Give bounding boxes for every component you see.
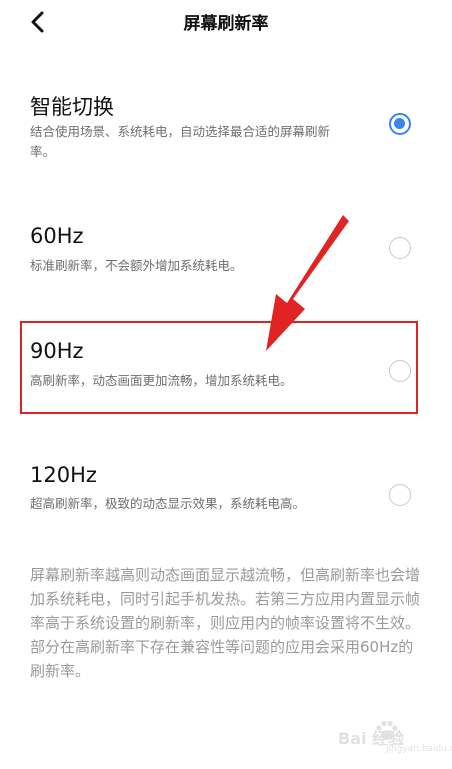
watermark: Bai 经验 jingyan.baidu.com [334,718,452,762]
watermark-subtext: jingyan.baidu.com [386,744,452,754]
top-bar: 屏幕刷新率 [0,0,452,44]
option-description: 超高刷新率，极致的动态显示效果，系统耗电高。 [30,496,306,511]
option-description: 结合使用场景、系统耗电，自动选择最合适的屏幕刷新率。 [30,124,331,159]
option-description: 标准刷新率，不会额外增加系统耗电。 [30,258,243,273]
option-60hz[interactable]: 60Hz 标准刷新率，不会额外增加系统耗电。 [0,220,452,284]
annotation-highlight-box [20,321,418,414]
radio-unselected[interactable] [389,484,411,506]
option-120hz[interactable]: 120Hz 超高刷新率，极致的动态显示效果，系统耗电高。 [0,458,452,538]
option-title: 60Hz [30,224,84,248]
refresh-rate-footnote: 屏幕刷新率越高则动态画面显示越流畅，但高刷新率也会增加系统耗电，同时引起手机发热… [30,566,421,680]
option-title: 智能切换 [30,95,114,119]
option-smart-switch[interactable]: 智能切换 结合使用场景、系统耗电，自动选择最合适的屏幕刷新率。 [0,84,452,170]
radio-unselected[interactable] [389,237,411,259]
page-title: 屏幕刷新率 [183,14,269,34]
radio-selected[interactable] [389,113,411,135]
option-title: 120Hz [30,463,97,487]
